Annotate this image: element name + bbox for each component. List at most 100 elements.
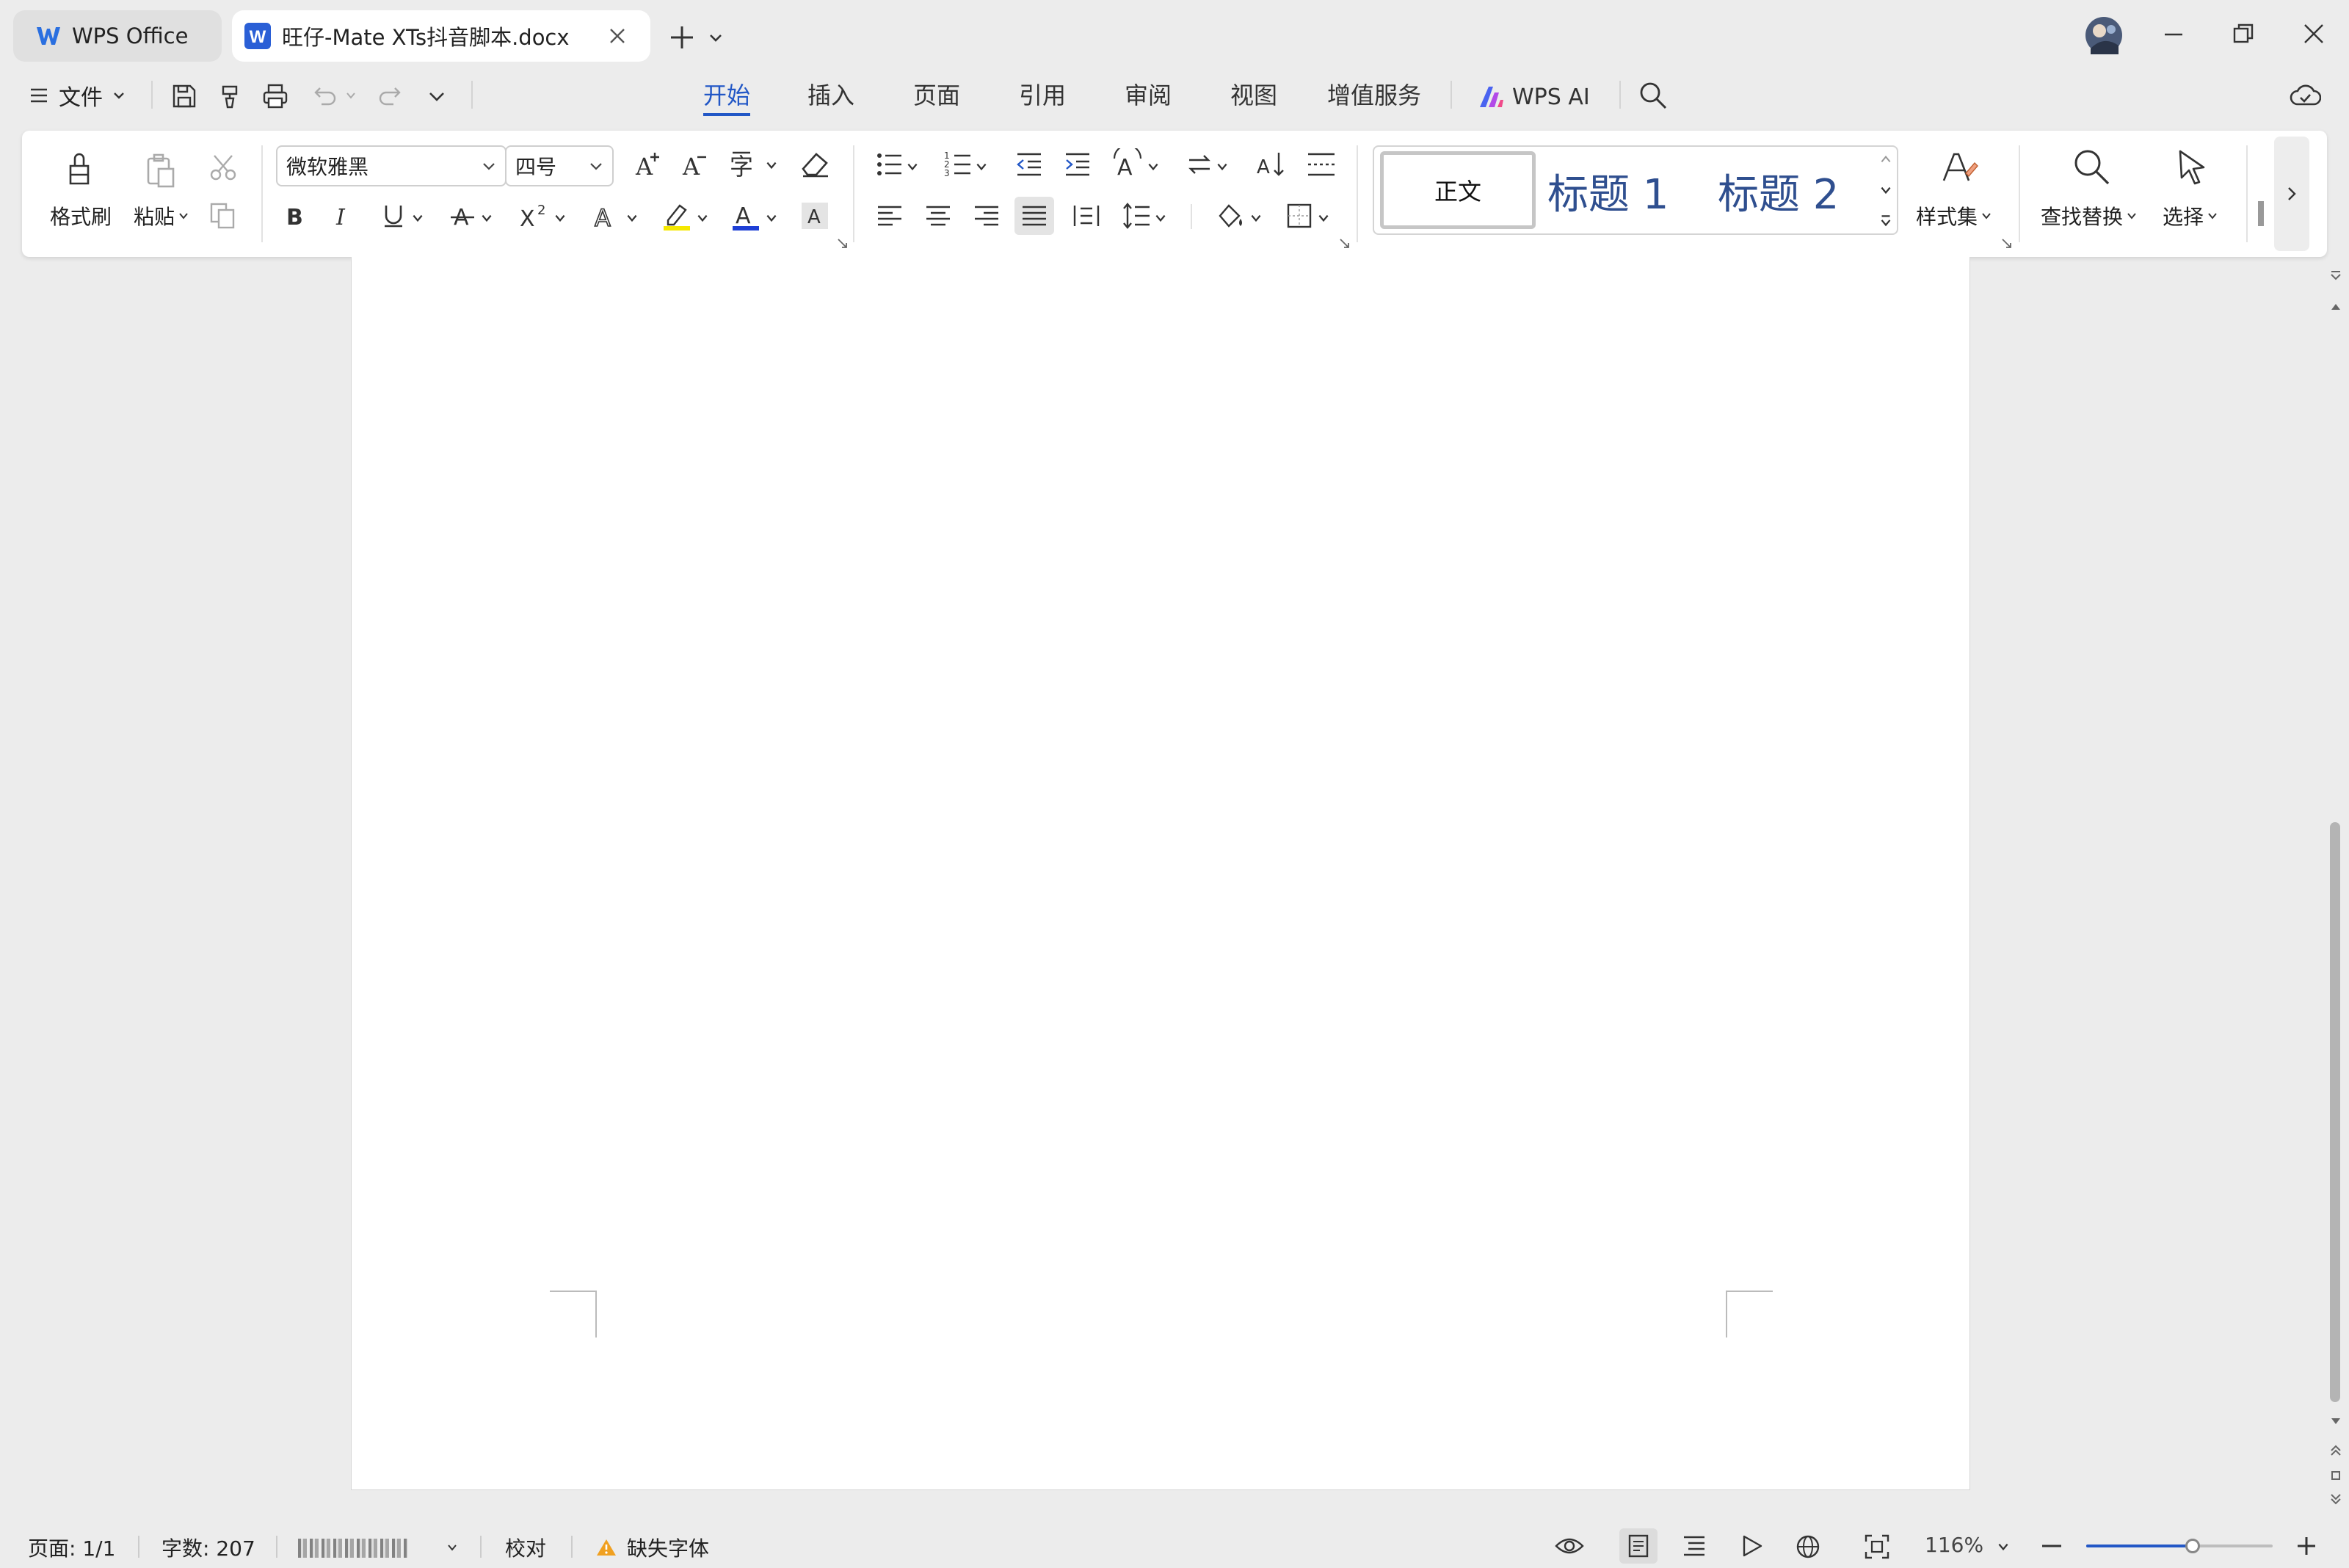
sort-icon[interactable]: A — [1255, 148, 1288, 181]
increase-font-size-icon[interactable]: A — [633, 148, 665, 181]
superscript-chevron-down-icon[interactable] — [553, 211, 567, 225]
document-page[interactable] — [351, 257, 1970, 1490]
find-replace-button[interactable]: 查找替换 — [2041, 201, 2138, 231]
phonetic-chevron-down-icon[interactable] — [765, 159, 778, 172]
strikethrough-icon[interactable]: A — [448, 201, 477, 231]
quick-access-chevron-down-icon[interactable] — [427, 87, 446, 106]
decrease-indent-icon[interactable] — [1014, 150, 1044, 179]
line-spacing-chevron-down-icon[interactable] — [1154, 211, 1167, 225]
page-count[interactable]: 页面: 1/1 — [28, 1533, 115, 1562]
style-heading-2[interactable]: 标题 2 — [1718, 154, 1873, 228]
copy-icon[interactable] — [208, 201, 238, 231]
outline-view-icon[interactable] — [1682, 1534, 1707, 1558]
shading-chevron-down-icon[interactable] — [1249, 211, 1263, 225]
close-tab-icon[interactable] — [608, 26, 627, 46]
ribbon-scroll-right-button[interactable] — [2274, 137, 2309, 251]
proofread-button[interactable]: 校对 — [505, 1533, 546, 1562]
font-size-dropdown[interactable]: 四号 — [505, 145, 614, 186]
next-page-icon[interactable] — [2328, 1492, 2343, 1506]
redo-icon[interactable] — [377, 82, 404, 109]
show-hide-paragraph-marks-icon[interactable] — [1305, 150, 1337, 179]
borders-chevron-down-icon[interactable] — [1317, 211, 1330, 225]
text-effect-icon[interactable]: A — [590, 201, 622, 231]
clear-formatting-eraser-icon[interactable] — [799, 148, 831, 181]
borders-icon[interactable] — [1285, 201, 1314, 231]
style-set-icon[interactable] — [1939, 148, 1979, 188]
paste-icon[interactable] — [141, 151, 179, 189]
justify-icon[interactable] — [1014, 197, 1054, 235]
web-view-globe-icon[interactable] — [1796, 1534, 1820, 1559]
decrease-font-size-icon[interactable]: A — [680, 148, 712, 181]
shading-fill-icon[interactable] — [1214, 200, 1246, 232]
font-dialog-launcher-icon[interactable] — [837, 238, 849, 250]
font-color-chevron-down-icon[interactable] — [765, 211, 778, 225]
cut-icon[interactable] — [208, 153, 238, 182]
user-avatar[interactable] — [2085, 16, 2123, 54]
restore-window-icon[interactable] — [2232, 22, 2255, 46]
scroll-thumb[interactable] — [2330, 822, 2340, 1402]
bullet-list-icon[interactable] — [875, 150, 904, 179]
align-left-icon[interactable] — [875, 201, 904, 231]
align-center-icon[interactable] — [923, 201, 953, 231]
format-painter-icon[interactable] — [60, 151, 98, 189]
gallery-expand-icon[interactable] — [1879, 213, 1892, 229]
save-icon[interactable] — [170, 82, 198, 110]
language-indicator[interactable] — [297, 1537, 457, 1558]
paste-label[interactable]: 粘贴 — [134, 201, 189, 231]
close-window-icon[interactable] — [2302, 22, 2326, 46]
paragraph-dialog-launcher-icon[interactable] — [1339, 238, 1351, 250]
style-set-button[interactable]: 样式集 — [1916, 201, 1992, 231]
superscript-icon[interactable]: X2 — [518, 201, 551, 231]
eye-protection-icon[interactable] — [1555, 1534, 1584, 1558]
font-color-icon[interactable]: A — [730, 200, 762, 232]
ribbon-tab-view[interactable]: 视图 — [1230, 79, 1277, 116]
zoom-slider-thumb[interactable] — [2185, 1539, 2200, 1553]
zoom-level[interactable]: 116% — [1925, 1533, 1983, 1557]
find-replace-icon[interactable] — [2072, 147, 2113, 188]
scroll-up-arrow-icon[interactable] — [2330, 301, 2342, 313]
numbered-list-chevron-down-icon[interactable] — [975, 160, 988, 173]
vertical-scrollbar[interactable] — [2326, 264, 2346, 1512]
file-menu-button[interactable]: 文件 — [29, 81, 126, 111]
undo-icon[interactable] — [311, 82, 338, 109]
ribbon-tab-home[interactable]: 开始 — [703, 79, 751, 116]
highlight-chevron-down-icon[interactable] — [696, 211, 709, 225]
previous-page-icon[interactable] — [2328, 1443, 2343, 1458]
minimize-window-icon[interactable] — [2163, 23, 2185, 46]
numbered-list-icon[interactable]: 123 — [944, 150, 973, 179]
print-icon[interactable] — [261, 82, 289, 110]
align-right-icon[interactable] — [972, 201, 1001, 231]
search-icon[interactable] — [1638, 81, 1668, 110]
ribbon-tab-insert[interactable]: 插入 — [807, 79, 854, 116]
scroll-down-arrow-icon[interactable] — [2330, 1415, 2342, 1427]
distributed-align-icon[interactable] — [1072, 201, 1101, 231]
undo-chevron-down-icon[interactable] — [345, 90, 357, 101]
style-heading-1[interactable]: 标题 1 — [1547, 154, 1710, 228]
italic-icon[interactable]: I — [329, 201, 358, 231]
convert-text-chevron-down-icon[interactable] — [1216, 160, 1229, 173]
increase-indent-icon[interactable] — [1063, 150, 1092, 179]
underline-icon[interactable] — [379, 201, 408, 231]
select-cursor-icon[interactable] — [2173, 147, 2211, 188]
highlight-color-icon[interactable] — [661, 200, 693, 232]
missing-font-button[interactable]: 缺失字体 — [596, 1533, 709, 1562]
convert-text-icon[interactable] — [1185, 150, 1214, 179]
gallery-scroll-down-icon[interactable] — [1879, 184, 1892, 197]
bullet-list-chevron-down-icon[interactable] — [906, 160, 919, 173]
new-tab-plus-icon[interactable] — [668, 23, 696, 51]
format-painter-quick-icon[interactable] — [216, 82, 244, 110]
line-spacing-icon[interactable] — [1122, 201, 1151, 231]
fit-page-icon[interactable] — [1865, 1534, 1889, 1559]
format-painter-label[interactable]: 格式刷 — [50, 201, 112, 231]
browse-object-icon[interactable] — [2328, 1468, 2343, 1483]
zoom-in-plus-icon[interactable] — [2296, 1536, 2317, 1556]
strikethrough-chevron-down-icon[interactable] — [480, 211, 493, 225]
text-direction-chevron-down-icon[interactable] — [1147, 160, 1160, 173]
scroll-top-icon[interactable] — [2328, 267, 2343, 282]
style-normal[interactable]: 正文 — [1380, 151, 1536, 229]
tab-list-chevron-down-icon[interactable] — [708, 29, 724, 46]
tab-document[interactable]: W 旺仔-Mate XTs抖音脚本.docx — [232, 10, 650, 62]
ribbon-tab-review[interactable]: 审阅 — [1125, 79, 1172, 116]
ribbon-tab-page[interactable]: 页面 — [913, 79, 960, 116]
font-name-dropdown[interactable]: 微软雅黑 — [276, 145, 507, 186]
